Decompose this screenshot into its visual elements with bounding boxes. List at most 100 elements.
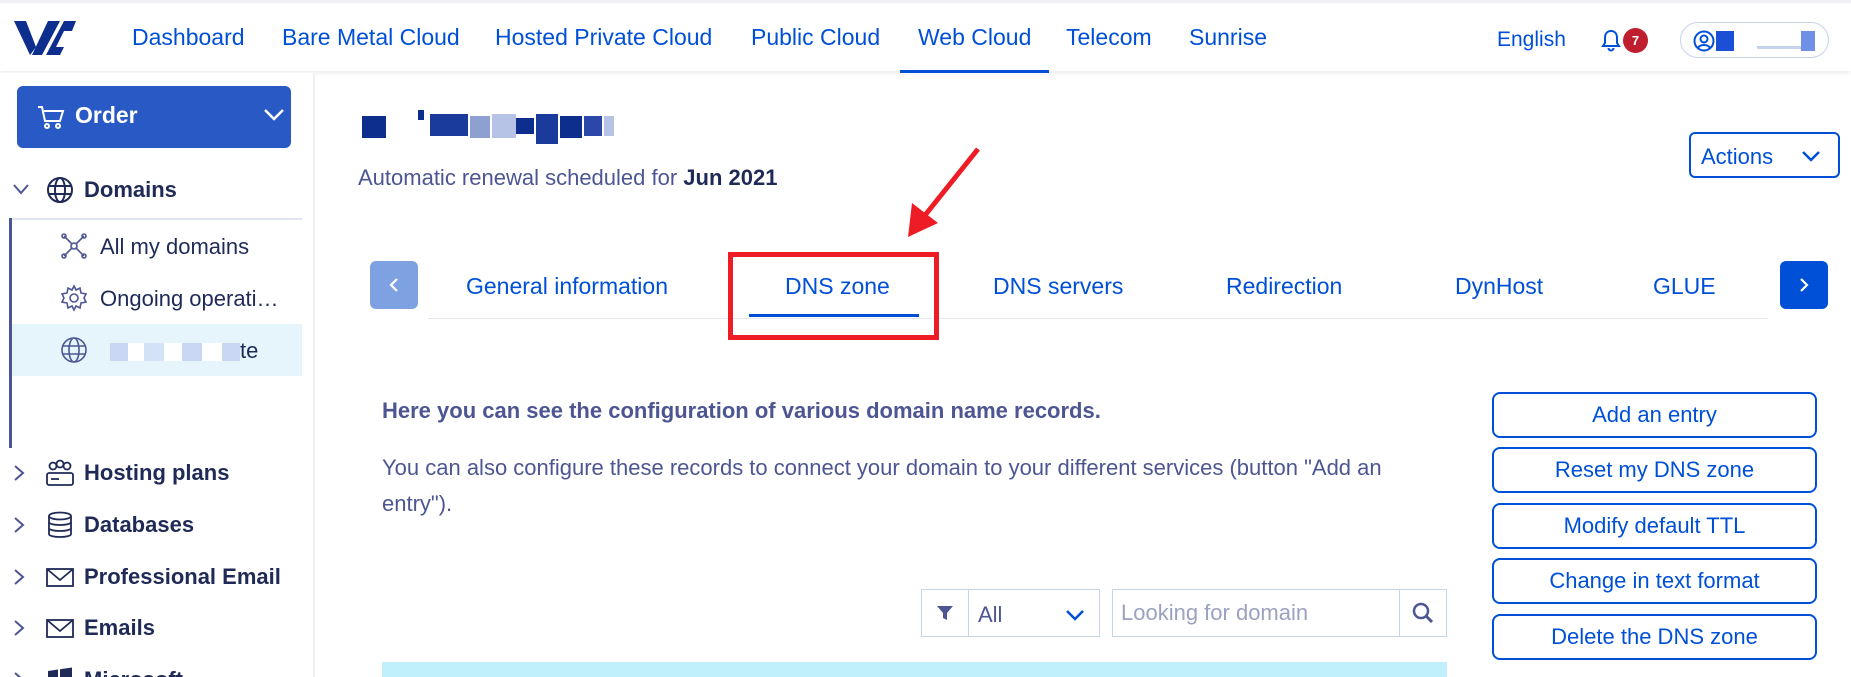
chevron-right-icon <box>14 465 25 481</box>
nav-active-indicator <box>900 70 1049 73</box>
redacted-text <box>182 343 202 362</box>
sidebar-section-emails[interactable]: Emails <box>0 608 300 648</box>
chevron-down-icon <box>13 184 29 195</box>
network-icon <box>61 233 87 259</box>
nav-hosted-private-cloud[interactable]: Hosted Private Cloud <box>495 24 712 51</box>
renewal-prefix: Automatic renewal scheduled for <box>358 165 684 190</box>
nav-web-cloud[interactable]: Web Cloud <box>918 24 1031 51</box>
nav-telecom[interactable]: Telecom <box>1066 24 1152 51</box>
add-entry-button[interactable]: Add an entry <box>1492 392 1817 438</box>
order-button[interactable]: Order <box>17 86 291 148</box>
dns-description-title: Here you can see the configuration of va… <box>382 398 1101 423</box>
actions-button[interactable]: Actions <box>1689 132 1840 178</box>
sidebar-item-current-domain[interactable]: te <box>12 324 302 376</box>
search-input[interactable] <box>1113 590 1398 636</box>
bell-icon[interactable] <box>1599 28 1623 52</box>
redacted-text <box>222 343 240 362</box>
search-icon[interactable] <box>1412 602 1434 624</box>
divider <box>968 590 969 636</box>
hosting-icon <box>46 459 74 486</box>
reset-dns-zone-button[interactable]: Reset my DNS zone <box>1492 447 1817 493</box>
top-navigation: Dashboard Bare Metal Cloud Hosted Privat… <box>0 0 1851 73</box>
redacted-text <box>164 343 182 362</box>
sidebar-section-label: Microsoft <box>84 667 183 677</box>
sidebar-section-label: Professional Email <box>84 564 281 589</box>
chevron-down-icon <box>1802 151 1820 162</box>
chevron-right-icon <box>1800 278 1809 292</box>
tab-dns-servers[interactable]: DNS servers <box>993 273 1123 300</box>
order-label: Order <box>75 102 138 128</box>
domain-search <box>1112 589 1447 637</box>
sidebar-section-label: Hosting plans <box>84 460 230 485</box>
tab-redirection[interactable]: Redirection <box>1226 273 1342 300</box>
microsoft-icon <box>48 667 72 677</box>
redacted-text <box>144 343 164 362</box>
chevron-right-icon <box>14 569 25 585</box>
tab-glue[interactable]: GLUE <box>1653 273 1716 300</box>
delete-dns-zone-button[interactable]: Delete the DNS zone <box>1492 614 1817 660</box>
red-highlight-annotation <box>728 252 939 340</box>
nav-sunrise[interactable]: Sunrise <box>1189 24 1267 51</box>
sidebar-item-ongoing-operations[interactable]: Ongoing operati… <box>12 272 302 324</box>
modify-default-ttl-button[interactable]: Modify default TTL <box>1492 503 1817 549</box>
user-icon <box>1693 30 1715 52</box>
sidebar-section-label: Emails <box>84 615 155 640</box>
filter-icon <box>937 606 953 620</box>
chevron-down-icon <box>264 109 284 121</box>
tab-dynhost[interactable]: DynHost <box>1455 273 1543 300</box>
sidebar-section-domains[interactable]: Domains <box>0 170 300 210</box>
change-text-format-button[interactable]: Change in text format <box>1492 558 1817 604</box>
dns-description-text: You can also configure these records to … <box>382 455 1382 516</box>
sidebar-item-all-my-domains[interactable]: All my domains <box>12 220 302 272</box>
redacted-username-block <box>1716 31 1734 51</box>
chevron-left-icon <box>389 278 398 292</box>
sidebar: Order Domains All my domains Ongoing ope… <box>0 73 315 677</box>
globe-icon <box>47 177 73 203</box>
actions-label: Actions <box>1701 144 1774 169</box>
redacted-text <box>202 343 222 362</box>
dns-records-table-header <box>382 662 1447 677</box>
tab-bar-divider <box>428 318 1768 319</box>
chevron-down-icon <box>1066 610 1084 621</box>
database-icon <box>48 511 72 538</box>
user-menu[interactable] <box>1680 22 1829 58</box>
sidebar-section-microsoft[interactable]: Microsoft <box>0 660 300 677</box>
nav-public-cloud[interactable]: Public Cloud <box>751 24 880 51</box>
nav-bare-metal-cloud[interactable]: Bare Metal Cloud <box>282 24 460 51</box>
chevron-right-icon <box>14 672 22 677</box>
language-selector[interactable]: English <box>1497 28 1566 52</box>
redacted-username-block <box>1757 46 1801 49</box>
sidebar-section-hosting-plans[interactable]: Hosting plans <box>0 453 300 493</box>
tab-general-information[interactable]: General information <box>466 273 668 300</box>
redacted-username-block <box>1801 31 1815 51</box>
domain-name-suffix: te <box>240 338 259 363</box>
chevron-right-icon <box>14 517 25 533</box>
redacted-text <box>128 343 144 362</box>
sidebar-item-label: te <box>110 338 258 364</box>
tabs-scroll-right-button[interactable] <box>1780 261 1828 309</box>
divider <box>1399 590 1400 636</box>
chevron-right-icon <box>14 620 25 636</box>
domains-subtree: All my domains Ongoing operati… te <box>9 218 302 448</box>
sidebar-section-databases[interactable]: Databases <box>0 505 300 545</box>
redacted-text <box>110 343 128 362</box>
record-type-filter[interactable]: All <box>921 589 1100 637</box>
cart-icon <box>38 106 65 129</box>
envelope-icon <box>46 619 74 638</box>
sidebar-section-professional-email[interactable]: Professional Email <box>0 557 300 597</box>
sidebar-section-label: Domains <box>84 177 177 202</box>
gear-icon <box>60 284 88 312</box>
red-arrow-annotation <box>908 147 980 237</box>
renewal-info: Automatic renewal scheduled for Jun 2021 <box>358 165 777 191</box>
ovh-logo[interactable] <box>12 17 80 59</box>
envelope-icon <box>46 568 74 587</box>
sidebar-item-label: All my domains <box>100 234 250 259</box>
sidebar-item-label: Ongoing operati… <box>100 286 279 311</box>
filter-selected-value: All <box>978 602 1003 627</box>
tabs-scroll-left-button[interactable] <box>370 261 418 309</box>
globe-icon <box>61 337 87 363</box>
renewal-date: Jun 2021 <box>683 165 778 190</box>
sidebar-section-label: Databases <box>84 512 195 537</box>
notification-badge: 7 <box>1623 28 1648 53</box>
nav-dashboard[interactable]: Dashboard <box>132 24 245 51</box>
